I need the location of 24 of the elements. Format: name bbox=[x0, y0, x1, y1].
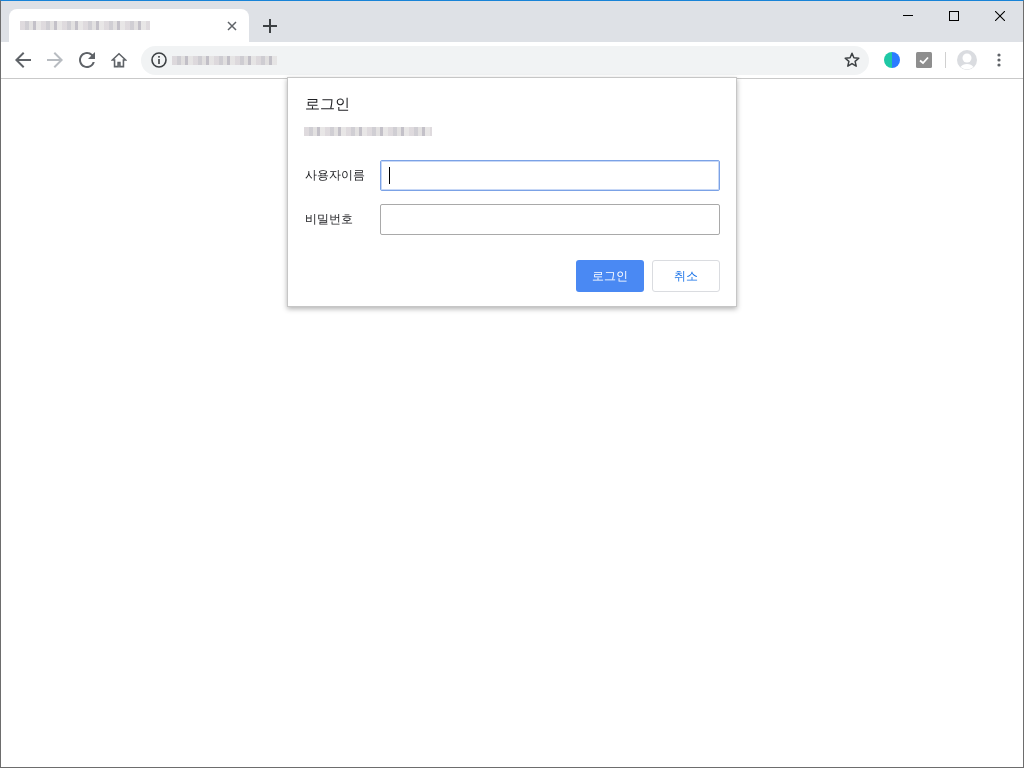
half-circle-icon bbox=[884, 52, 900, 68]
login-button[interactable]: 로그인 bbox=[576, 260, 644, 292]
cancel-button[interactable]: 취소 bbox=[652, 260, 720, 292]
info-icon bbox=[151, 52, 167, 68]
arrow-left-icon bbox=[15, 52, 31, 68]
minimize-icon bbox=[903, 15, 913, 16]
input-field[interactable] bbox=[380, 160, 720, 191]
input-field[interactable] bbox=[380, 204, 720, 235]
checkmark-tile-icon bbox=[916, 52, 932, 68]
star-icon bbox=[844, 52, 860, 68]
reload-icon bbox=[79, 52, 95, 68]
plus-icon bbox=[263, 19, 277, 33]
maximize-icon bbox=[949, 10, 959, 21]
avatar-icon bbox=[957, 50, 977, 70]
close-icon bbox=[227, 20, 237, 31]
more-vertical-icon bbox=[997, 53, 1001, 67]
arrow-right-icon bbox=[47, 52, 63, 68]
house-icon bbox=[111, 52, 127, 68]
bookmark-button[interactable] bbox=[844, 52, 860, 68]
text-cursor-icon bbox=[389, 167, 390, 184]
field-label: 사용자이름 bbox=[305, 167, 366, 184]
dialog-title: 로그인 bbox=[305, 94, 351, 114]
field-label: 비밀번호 bbox=[305, 211, 354, 228]
close-icon bbox=[995, 10, 1005, 21]
